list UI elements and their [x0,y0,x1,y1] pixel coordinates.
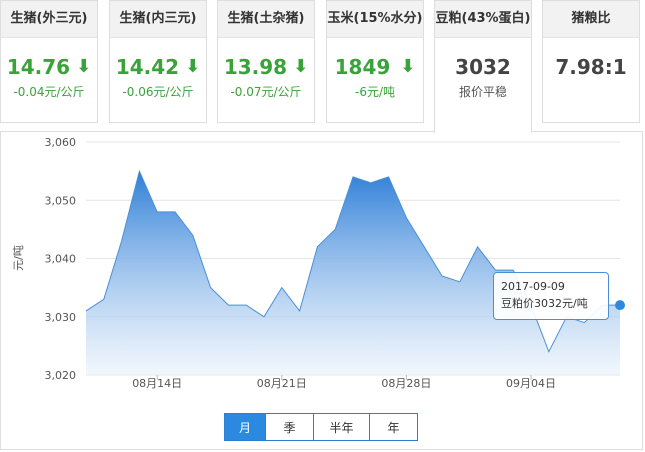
price-chart: 3,060 3,050 3,040 3,030 3,020 元/吨 08月14日 08月2… [12,136,625,390]
y-axis-label: 元/吨 [12,245,25,271]
x-tick-label: 08月14日 [132,377,182,390]
y-tick-label: 3,060 [45,136,77,149]
x-tick-label: 08月21日 [257,377,307,390]
x-tick-label: 08月28日 [381,377,431,390]
tooltip-date: 2017-09-09 [501,280,565,293]
tooltip-value: 豆粕价3032元/吨 [501,297,588,310]
y-tick-label: 3,040 [45,253,77,266]
price-value: 3032 [455,55,511,79]
y-tick-label: 3,050 [45,194,77,207]
y-axis: 3,060 3,050 3,040 3,030 3,020 [45,136,77,382]
range-year-button[interactable]: 年 [370,413,418,441]
card-price: 3032 [435,55,531,79]
x-axis: 08月14日 08月21日 08月28日 09月04日 [132,375,556,390]
y-tick-label: 3,020 [45,369,77,382]
range-selector: 月 季 半年 年 [224,413,418,441]
range-halfyear-button[interactable]: 半年 [314,413,370,441]
y-tick-label: 3,030 [45,311,77,324]
range-quarter-button[interactable]: 季 [266,413,314,441]
card-change: 报价平稳 [458,85,507,99]
x-tick-label: 09月04日 [506,377,556,390]
tooltip: 2017-09-09 豆粕价3032元/吨 [493,272,609,320]
card-title: 豆粕(43%蛋白) [435,1,531,38]
range-month-button[interactable]: 月 [224,413,266,441]
hover-point[interactable] [615,300,625,311]
card-soybean-meal[interactable]: 豆粕(43%蛋白) 3032 报价平稳 [434,0,532,133]
